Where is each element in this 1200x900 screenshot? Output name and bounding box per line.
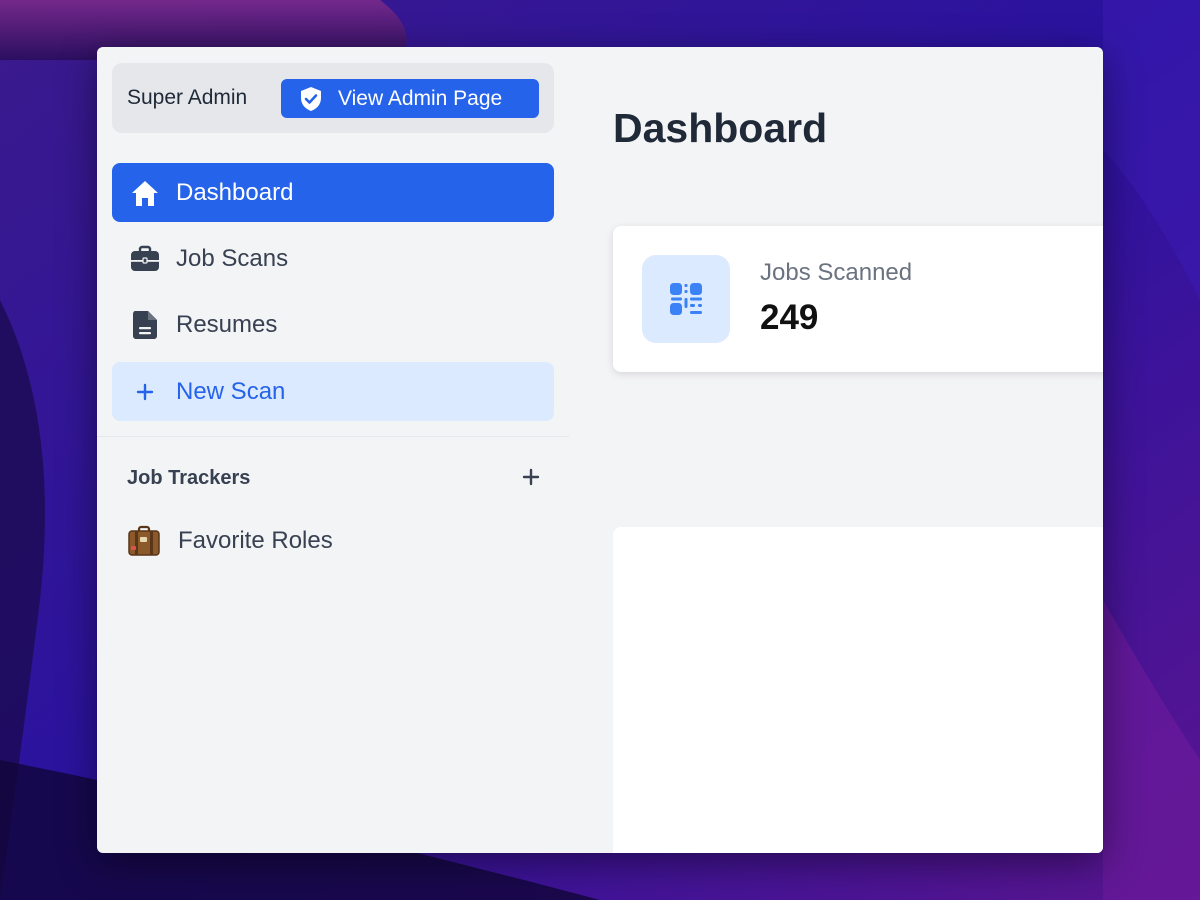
- job-trackers-title: Job Trackers: [127, 466, 251, 489]
- sidebar-item-label: Job Scans: [176, 244, 289, 272]
- admin-bar: Super Admin View Admin Page: [112, 63, 554, 133]
- stat-icon-container: [642, 255, 730, 343]
- sidebar-item-resumes[interactable]: Resumes: [112, 295, 554, 354]
- sidebar-item-dashboard[interactable]: Dashboard: [112, 163, 554, 222]
- suitcase-emoji-icon: [127, 524, 161, 558]
- content-panel: [613, 527, 1103, 853]
- sidebar-item-label: Dashboard: [176, 178, 294, 206]
- tracker-item-label: Favorite Roles: [178, 527, 333, 554]
- admin-role-label: Super Admin: [127, 86, 248, 109]
- tracker-item-favorite-roles[interactable]: Favorite Roles: [127, 519, 333, 563]
- home-icon: [129, 177, 161, 209]
- new-scan-button[interactable]: New Scan: [112, 362, 554, 421]
- sidebar-item-job-scans[interactable]: Job Scans: [112, 229, 554, 288]
- plus-icon: [522, 468, 540, 486]
- sidebar: Super Admin View Admin Page Dashboard Jo…: [97, 47, 569, 853]
- add-tracker-button[interactable]: [517, 464, 545, 492]
- document-icon: [129, 309, 161, 341]
- page-title: Dashboard: [613, 105, 828, 151]
- sidebar-item-label: Resumes: [176, 310, 278, 338]
- new-scan-label: New Scan: [176, 377, 286, 405]
- stat-label: Jobs Scanned: [760, 259, 913, 286]
- view-admin-page-button[interactable]: View Admin Page: [281, 79, 539, 118]
- shield-check-icon: [298, 86, 324, 112]
- sidebar-divider: [97, 436, 569, 437]
- stat-card-jobs-scanned: Jobs Scanned 249: [613, 226, 1103, 372]
- app-window: Super Admin View Admin Page Dashboard Jo…: [97, 47, 1103, 853]
- plus-icon: [129, 376, 161, 408]
- view-admin-page-label: View Admin Page: [338, 86, 503, 110]
- job-trackers-header: Job Trackers: [127, 460, 545, 496]
- briefcase-icon: [129, 243, 161, 275]
- qr-code-icon: [670, 283, 702, 315]
- stat-value: 249: [760, 298, 819, 337]
